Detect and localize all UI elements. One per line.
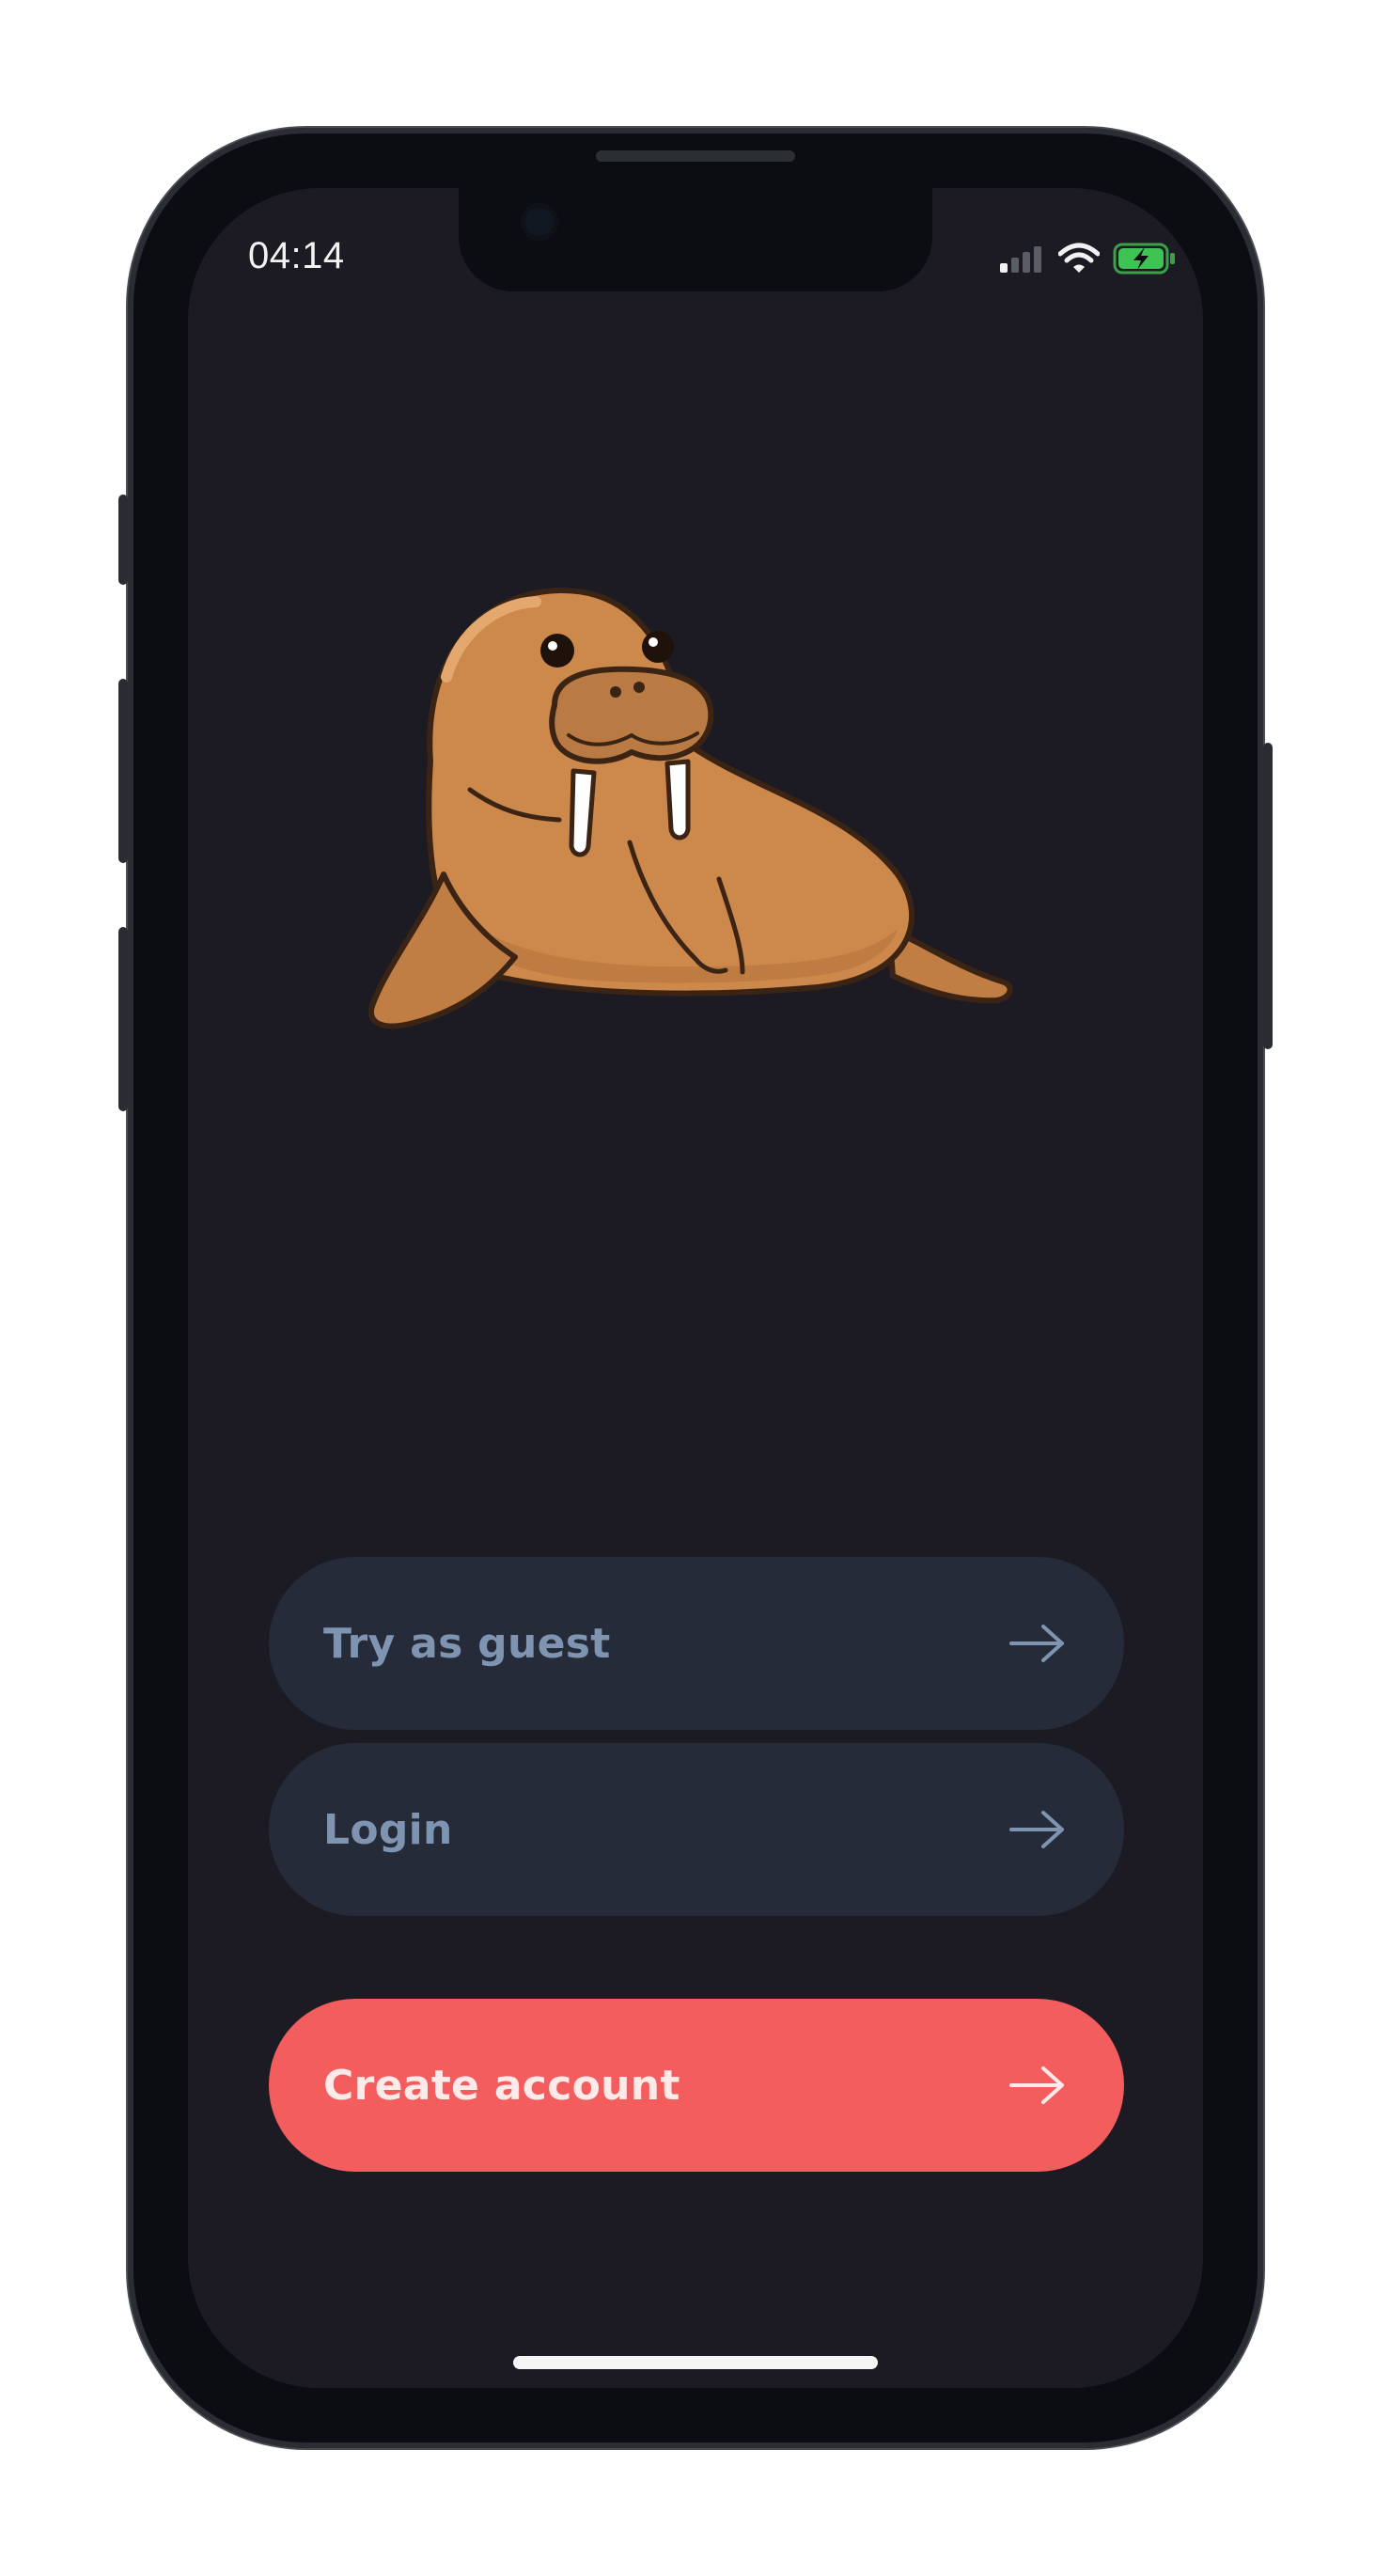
status-time: 04:14 [248,235,345,276]
volume-down-button [118,927,128,1111]
walrus-mascot-icon [367,587,1013,1029]
create-account-button[interactable]: Create account [269,1999,1124,2172]
status-icons [998,243,1177,275]
try-as-guest-label: Try as guest [323,1619,611,1668]
try-as-guest-button[interactable]: Try as guest [269,1557,1124,1730]
front-camera-icon [521,203,558,241]
arrow-right-icon [1009,1811,1064,1848]
power-button [1263,743,1273,1049]
arrow-right-icon [1009,2066,1064,2104]
login-button[interactable]: Login [269,1743,1124,1916]
signal-icon [1000,246,1041,273]
mute-switch [118,495,128,585]
login-label: Login [323,1805,453,1854]
wifi-icon [1058,243,1100,273]
arrow-right-icon [1009,1625,1064,1662]
create-account-label: Create account [323,2061,680,2110]
home-indicator[interactable] [513,2356,878,2369]
volume-up-button [118,679,128,863]
app-screen: 04:14 Try as guest Login Create account [188,188,1203,2388]
notch [459,188,932,291]
earpiece-speaker [596,150,795,162]
battery-charging-icon [1113,243,1175,275]
